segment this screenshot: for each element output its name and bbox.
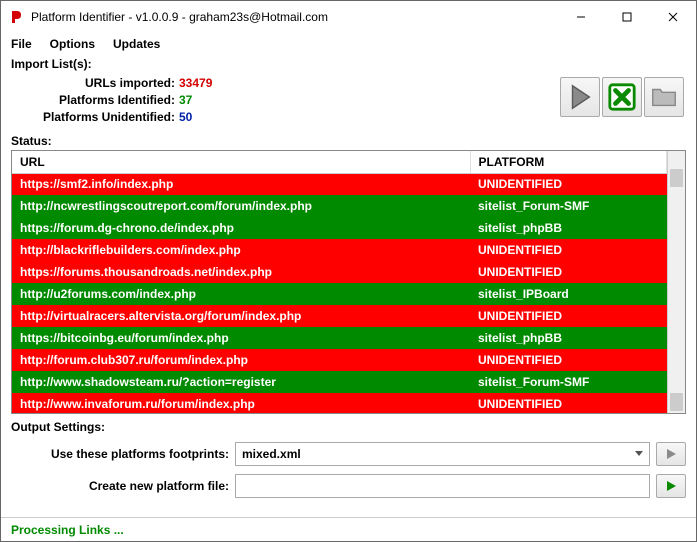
play-icon <box>565 82 595 112</box>
cell-platform: UNIDENTIFIED <box>470 349 667 371</box>
scroll-down-icon[interactable] <box>670 393 683 411</box>
table-row[interactable]: http://forum.club307.ru/forum/index.phpU… <box>12 349 667 371</box>
status-text: Processing Links ... <box>11 523 124 537</box>
table-row[interactable]: https://forums.thousandroads.net/index.p… <box>12 261 667 283</box>
table-row[interactable]: https://bitcoinbg.eu/forum/index.phpsite… <box>12 327 667 349</box>
scroll-thumb[interactable] <box>670 169 683 187</box>
maximize-button[interactable] <box>604 1 650 33</box>
minimize-button[interactable] <box>558 1 604 33</box>
app-icon <box>9 9 25 25</box>
cell-platform: sitelist_phpBB <box>470 217 667 239</box>
x-icon <box>607 82 637 112</box>
cell-url: https://bitcoinbg.eu/forum/index.php <box>12 327 470 349</box>
folder-icon <box>649 82 679 112</box>
cell-platform: sitelist_IPBoard <box>470 283 667 305</box>
cell-platform: UNIDENTIFIED <box>470 305 667 327</box>
play-button[interactable] <box>560 77 600 117</box>
footprints-label: Use these platforms footprints: <box>11 447 229 461</box>
create-file-run-button[interactable] <box>656 474 686 498</box>
chevron-down-icon <box>635 451 643 456</box>
open-folder-button[interactable] <box>644 77 684 117</box>
output-heading: Output Settings: <box>11 420 105 435</box>
table-row[interactable]: http://www.shadowsteam.ru/?action=regist… <box>12 371 667 393</box>
table-row[interactable]: http://blackriflebuilders.com/index.phpU… <box>12 239 667 261</box>
platforms-unidentified-label: Platforms Unidentified: <box>11 109 179 126</box>
cell-url: https://forums.thousandroads.net/index.p… <box>12 261 470 283</box>
table-row[interactable]: http://ncwrestlingscoutreport.com/forum/… <box>12 195 667 217</box>
cell-platform: UNIDENTIFIED <box>470 239 667 261</box>
table-row[interactable]: http://www.invaforum.ru/forum/index.phpU… <box>12 393 667 413</box>
platforms-identified-label: Platforms Identified: <box>11 92 179 109</box>
statusbar: Processing Links ... <box>1 517 696 541</box>
cell-url: http://virtualracers.altervista.org/foru… <box>12 305 470 327</box>
cell-platform: sitelist_Forum-SMF <box>470 195 667 217</box>
platforms-unidentified-value: 50 <box>179 109 192 126</box>
table-row[interactable]: https://forum.dg-chrono.de/index.phpsite… <box>12 217 667 239</box>
menu-file[interactable]: File <box>11 37 32 51</box>
titlebar: Platform Identifier - v1.0.0.9 - graham2… <box>1 1 696 33</box>
cell-url: http://forum.club307.ru/forum/index.php <box>12 349 470 371</box>
import-heading: Import List(s): <box>11 57 92 72</box>
status-table[interactable]: URL PLATFORM https://smf2.info/index.php… <box>12 151 668 413</box>
menubar: File Options Updates <box>1 33 696 55</box>
footprints-value: mixed.xml <box>242 447 301 461</box>
cancel-button[interactable] <box>602 77 642 117</box>
col-platform[interactable]: PLATFORM <box>470 151 667 173</box>
play-icon <box>665 480 677 492</box>
cell-url: http://www.invaforum.ru/forum/index.php <box>12 393 470 413</box>
table-row[interactable]: http://u2forums.com/index.phpsitelist_IP… <box>12 283 667 305</box>
col-url[interactable]: URL <box>12 151 470 173</box>
window-title: Platform Identifier - v1.0.0.9 - graham2… <box>31 10 558 24</box>
cell-platform: UNIDENTIFIED <box>470 261 667 283</box>
footprints-run-button[interactable] <box>656 442 686 466</box>
cell-url: http://u2forums.com/index.php <box>12 283 470 305</box>
create-file-label: Create new platform file: <box>11 479 229 493</box>
cell-platform: sitelist_phpBB <box>470 327 667 349</box>
cell-platform: UNIDENTIFIED <box>470 173 667 195</box>
cell-url: https://forum.dg-chrono.de/index.php <box>12 217 470 239</box>
urls-imported-label: URLs imported: <box>11 75 179 92</box>
urls-imported-value: 33479 <box>179 75 212 92</box>
cell-url: http://www.shadowsteam.ru/?action=regist… <box>12 371 470 393</box>
menu-updates[interactable]: Updates <box>113 37 160 51</box>
scrollbar[interactable] <box>668 151 685 413</box>
cell-platform: UNIDENTIFIED <box>470 393 667 413</box>
cell-platform: sitelist_Forum-SMF <box>470 371 667 393</box>
menu-options[interactable]: Options <box>50 37 95 51</box>
table-row[interactable]: https://smf2.info/index.phpUNIDENTIFIED <box>12 173 667 195</box>
close-button[interactable] <box>650 1 696 33</box>
platforms-identified-value: 37 <box>179 92 192 109</box>
status-heading: Status: <box>11 134 52 149</box>
footprints-select[interactable]: mixed.xml <box>235 442 650 466</box>
cell-url: http://blackriflebuilders.com/index.php <box>12 239 470 261</box>
play-icon <box>665 448 677 460</box>
cell-url: http://ncwrestlingscoutreport.com/forum/… <box>12 195 470 217</box>
table-row[interactable]: http://virtualracers.altervista.org/foru… <box>12 305 667 327</box>
create-file-input[interactable] <box>235 474 650 498</box>
cell-url: https://smf2.info/index.php <box>12 173 470 195</box>
